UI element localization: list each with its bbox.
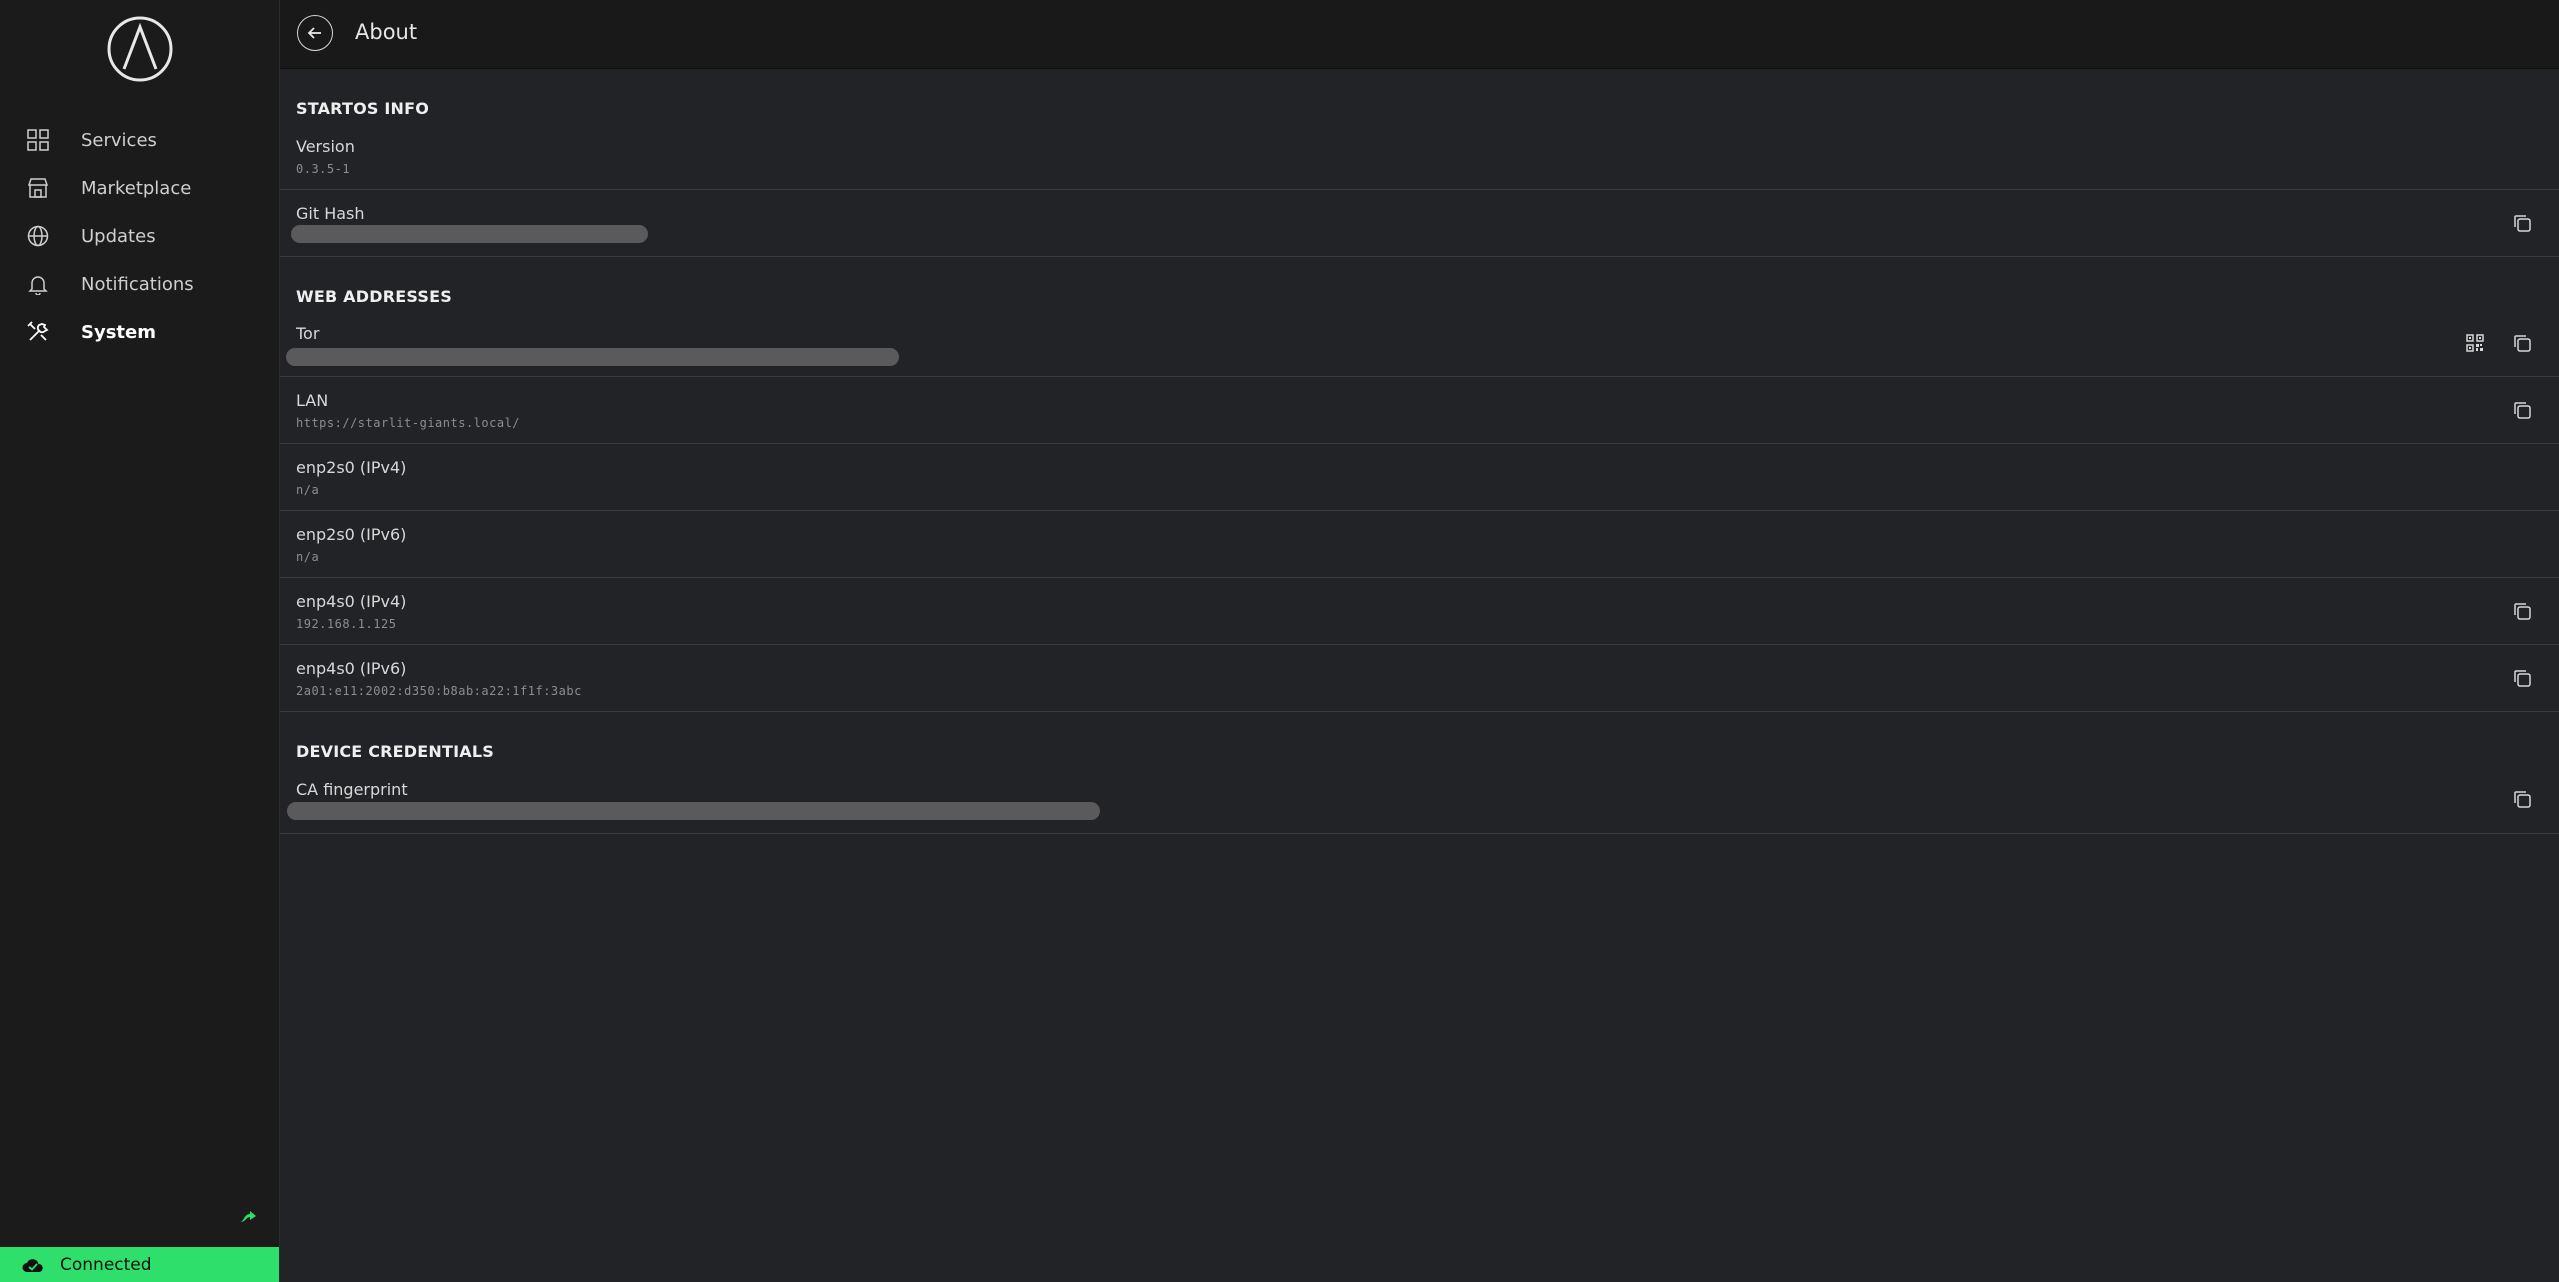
- sidebar-item-updates[interactable]: Updates: [26, 216, 266, 256]
- storefront-icon: [26, 176, 50, 200]
- row-value: 0.3.5-1: [296, 162, 351, 176]
- row-label: CA fingerprint: [296, 780, 408, 799]
- row-tor: Tor: [280, 310, 2559, 377]
- row-label: Version: [296, 137, 355, 156]
- network-status-icon: [238, 1208, 258, 1224]
- connection-status-label: Connected: [60, 1254, 152, 1275]
- tools-icon: [26, 320, 50, 344]
- section-title-startos-info: STARTOS INFO: [296, 99, 430, 118]
- redacted-value: [286, 348, 899, 366]
- sidebar-item-system[interactable]: System: [26, 312, 266, 352]
- row-value: 192.168.1.125: [296, 617, 397, 631]
- sidebar-item-marketplace[interactable]: Marketplace: [26, 168, 266, 208]
- row-git-hash: Git Hash: [280, 190, 2559, 257]
- redacted-value: [287, 802, 1100, 820]
- sidebar-item-notifications[interactable]: Notifications: [26, 264, 266, 304]
- row-value: n/a: [296, 483, 320, 497]
- copy-icon[interactable]: [2511, 212, 2533, 234]
- row-ca-fingerprint: CA fingerprint: [280, 766, 2559, 834]
- row-label: Git Hash: [296, 204, 365, 223]
- row-lan: LAN https://starlit-giants.local/: [280, 377, 2559, 444]
- row-label: Tor: [296, 324, 320, 343]
- row-enp2s0-ipv6: enp2s0 (IPv6) n/a: [280, 511, 2559, 578]
- connection-status-bar: Connected: [0, 1247, 279, 1282]
- row-label: enp2s0 (IPv4): [296, 458, 407, 477]
- row-version: Version 0.3.5-1: [280, 123, 2559, 190]
- sidebar-item-label: System: [81, 321, 156, 343]
- globe-icon: [26, 224, 50, 248]
- grid-icon: [26, 128, 50, 152]
- qr-code-icon[interactable]: [2464, 332, 2486, 354]
- section-title-web-addresses: WEB ADDRESSES: [296, 287, 452, 306]
- row-enp4s0-ipv4: enp4s0 (IPv4) 192.168.1.125: [280, 578, 2559, 645]
- sidebar-item-label: Notifications: [81, 273, 194, 295]
- row-label: enp4s0 (IPv6): [296, 659, 407, 678]
- sidebar-item-label: Updates: [81, 225, 156, 247]
- startos-logo[interactable]: [106, 15, 174, 83]
- row-value: https://starlit-giants.local/: [296, 416, 521, 430]
- row-label: enp2s0 (IPv6): [296, 525, 407, 544]
- row-label: enp4s0 (IPv4): [296, 592, 407, 611]
- arrow-left-icon: [307, 27, 321, 39]
- sidebar-item-label: Services: [81, 129, 157, 151]
- sidebar: Services Marketplace Updates Notificatio…: [0, 0, 280, 1282]
- copy-icon[interactable]: [2511, 399, 2533, 421]
- row-enp2s0-ipv4: enp2s0 (IPv4) n/a: [280, 444, 2559, 511]
- row-value: n/a: [296, 550, 320, 564]
- row-label: LAN: [296, 391, 329, 410]
- sidebar-item-services[interactable]: Services: [26, 120, 266, 160]
- sidebar-item-label: Marketplace: [81, 177, 192, 199]
- page-header: About: [280, 0, 2559, 69]
- redacted-value: [291, 225, 648, 243]
- copy-icon[interactable]: [2511, 788, 2533, 810]
- copy-icon[interactable]: [2511, 332, 2533, 354]
- cloud-check-icon: [22, 1256, 46, 1274]
- section-title-device-credentials: DEVICE CREDENTIALS: [296, 742, 494, 761]
- copy-icon[interactable]: [2511, 667, 2533, 689]
- row-value: 2a01:e11:2002:d350:b8ab:a22:1f1f:3abc: [296, 684, 582, 698]
- row-enp4s0-ipv6: enp4s0 (IPv6) 2a01:e11:2002:d350:b8ab:a2…: [280, 645, 2559, 712]
- bell-icon: [26, 272, 50, 296]
- back-button[interactable]: [297, 15, 333, 51]
- page-title: About: [355, 20, 418, 44]
- copy-icon[interactable]: [2511, 600, 2533, 622]
